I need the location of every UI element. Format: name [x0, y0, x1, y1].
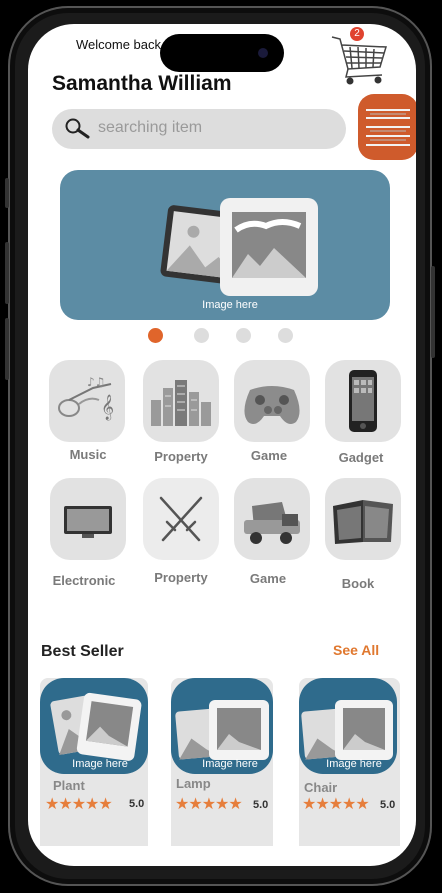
mute-switch: [5, 178, 9, 208]
search-icon: [65, 118, 90, 139]
see-all-link[interactable]: See All: [333, 642, 379, 658]
carousel-dot-4[interactable]: [278, 328, 293, 343]
category-label-property-2: Property: [154, 570, 208, 585]
category-label-music: Music: [69, 447, 107, 462]
category-game[interactable]: [234, 360, 310, 442]
product-card-chair[interactable]: Image here Chair ★★★★★ 5.0: [299, 678, 400, 846]
category-property-2[interactable]: [143, 478, 219, 560]
product-card-plant[interactable]: Image here Plant ★★★★★ 5.0: [40, 678, 148, 846]
user-name: Samantha William: [52, 72, 232, 95]
star-rating-icon: ★★★★★: [175, 796, 243, 813]
crossed-swords-icon: [159, 496, 203, 542]
carousel-dot-2[interactable]: [194, 328, 209, 343]
music-instruments-icon: 𝄞 ♪♫: [58, 375, 114, 420]
category-music[interactable]: 𝄞 ♪♫: [49, 360, 125, 442]
best-seller-title: Best Seller: [41, 643, 124, 660]
category-label-property: Property: [154, 449, 208, 464]
television-icon: [64, 506, 112, 538]
category-gadget[interactable]: [325, 360, 401, 442]
svg-text:♪♫: ♪♫: [87, 375, 105, 389]
product-rating: 5.0: [129, 798, 145, 810]
menu-icon: [366, 109, 410, 146]
category-game-2[interactable]: [234, 478, 310, 560]
product-caption: Image here: [326, 758, 382, 770]
product-rating: 5.0: [253, 799, 269, 811]
category-label-gadget: Gadget: [338, 450, 384, 465]
category-label-game: Game: [250, 448, 288, 463]
dynamic-island: [160, 34, 284, 72]
smartphone-icon: [349, 370, 377, 432]
category-property[interactable]: [143, 360, 219, 442]
product-caption: Image here: [72, 758, 128, 770]
product-caption: Image here: [202, 758, 258, 770]
game-controller-icon: [244, 386, 300, 424]
volume-up-button: [5, 242, 9, 304]
app-screen: Welcome back Samantha William 2 searchin…: [28, 24, 416, 866]
search-bar[interactable]: searching item: [52, 109, 346, 149]
category-label-book: Book: [341, 576, 375, 591]
product-name: Lamp: [176, 776, 211, 791]
cart-count-badge: 2: [350, 27, 364, 41]
image-placeholder-icon: [160, 198, 318, 296]
product-card-lamp[interactable]: Image here Lamp ★★★★★ 5.0: [171, 678, 273, 846]
category-electronic[interactable]: [50, 478, 126, 560]
open-book-icon: [333, 500, 393, 544]
cart-button[interactable]: 2: [328, 27, 390, 89]
star-rating-icon: ★★★★★: [302, 796, 370, 813]
welcome-text: Welcome back: [76, 37, 162, 52]
svg-text:𝄞: 𝄞: [101, 394, 114, 420]
category-book[interactable]: [325, 478, 401, 560]
category-label-game-2: Game: [249, 571, 287, 586]
power-button: [431, 266, 435, 358]
promo-banner[interactable]: Image here: [60, 170, 390, 320]
toy-truck-icon: [244, 502, 300, 544]
product-name: Chair: [304, 780, 338, 795]
product-image: Image here: [40, 678, 148, 774]
search-input[interactable]: searching item: [98, 119, 202, 137]
star-rating-icon: ★★★★★: [45, 796, 113, 813]
category-label-electronic: Electronic: [52, 573, 116, 588]
banner-caption: Image here: [202, 299, 258, 311]
product-rating: 5.0: [380, 799, 396, 811]
carousel-indicator[interactable]: [146, 328, 296, 344]
carousel-dot-1[interactable]: [148, 328, 163, 343]
product-image: Image here: [299, 678, 397, 774]
camera-icon: [258, 48, 268, 58]
menu-button[interactable]: [358, 94, 416, 160]
volume-down-button: [5, 318, 9, 380]
product-image: Image here: [171, 678, 273, 774]
product-name: Plant: [53, 778, 85, 793]
carousel-dot-3[interactable]: [236, 328, 251, 343]
city-buildings-icon: [151, 380, 211, 426]
